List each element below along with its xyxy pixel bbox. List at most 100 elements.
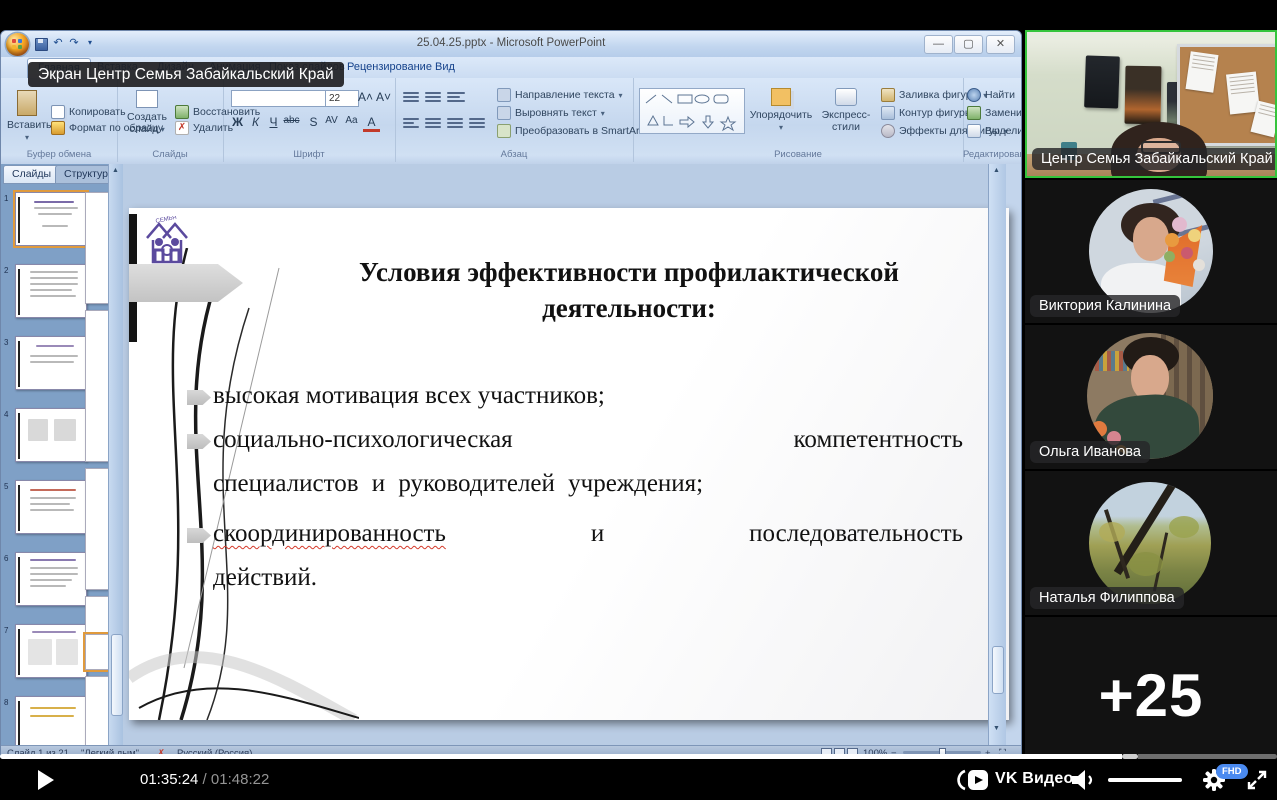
slides-panel: Слайды Структура ✕ xyxy=(1,164,123,757)
text-shadow-button[interactable]: S xyxy=(305,115,322,129)
close-button[interactable]: ✕ xyxy=(986,35,1015,54)
justify-icon[interactable] xyxy=(469,116,485,130)
change-case-button[interactable]: Aa xyxy=(343,115,360,126)
scroll-down-icon[interactable]: ▼ xyxy=(992,724,1001,733)
slide-thumbnail-6[interactable] xyxy=(15,552,87,606)
bullet-1: высокая мотивация всех участников; xyxy=(213,382,963,411)
font-name-combobox[interactable] xyxy=(231,90,327,107)
title-bar: ↶ ↷ ▾ 25.04.25.pptx - Microsoft PowerPoi… xyxy=(1,31,1021,57)
shapes-icons xyxy=(640,89,744,133)
canvas-scroll-thumb[interactable] xyxy=(992,646,1004,694)
arrange-icon xyxy=(771,88,791,106)
vk-video-logo-icon xyxy=(956,768,990,792)
panel-scroll-thumb[interactable] xyxy=(111,634,123,716)
quick-styles-icon xyxy=(835,88,857,106)
copy-icon xyxy=(51,105,65,119)
bold-button[interactable]: Ж xyxy=(229,115,246,129)
maximize-button[interactable]: ▢ xyxy=(954,35,983,54)
format-painter-icon xyxy=(51,121,65,135)
player-controls: 01:35:24 / 01:48:22 VK Видео FHD xyxy=(0,759,1277,800)
smartart-button[interactable]: Преобразовать в SmartArt▾ xyxy=(497,124,650,138)
arrange-button[interactable]: Упорядочить ▾ xyxy=(749,88,813,133)
char-spacing-button[interactable]: AV xyxy=(323,115,340,126)
participant-tile-camera[interactable]: Центр Семья Забайкальский Край xyxy=(1025,30,1277,178)
shrink-font-icon[interactable]: A˅ xyxy=(375,90,392,104)
shape-effects-icon xyxy=(881,124,895,138)
shapes-gallery[interactable] xyxy=(639,88,745,134)
align-left-icon[interactable] xyxy=(403,116,419,130)
align-text-button[interactable]: Выровнять текст▾ xyxy=(497,106,605,120)
align-center-icon[interactable] xyxy=(425,116,441,130)
indent-icons[interactable] xyxy=(447,90,465,104)
tab-vid[interactable]: Вид xyxy=(425,58,465,77)
group-paragraph: Направление текста▾ Выровнять текст▾ Пре… xyxy=(395,78,634,162)
align-right-icon[interactable] xyxy=(447,116,463,130)
thumb-number: 6 xyxy=(4,554,8,563)
progress-handle[interactable] xyxy=(1122,754,1138,759)
participant-tile[interactable]: Виктория Калинина xyxy=(1025,180,1277,323)
quality-badge[interactable]: FHD xyxy=(1216,764,1248,779)
slide-thumbnail-7[interactable] xyxy=(15,624,87,678)
copy-button[interactable]: Копировать xyxy=(51,105,126,119)
canvas-vscrollbar[interactable]: ▲ ▼ ⏶ ⏷ xyxy=(988,164,1006,757)
paste-button[interactable]: Вставить ▾ xyxy=(7,90,47,143)
volume-slider[interactable] xyxy=(1108,778,1182,782)
participant-name: Виктория Калинина xyxy=(1030,295,1180,317)
scroll-up-icon[interactable]: ▲ xyxy=(992,166,1001,175)
quick-styles-button[interactable]: Экспресс-стили xyxy=(815,88,877,133)
italic-button[interactable]: К xyxy=(247,115,264,129)
new-slide-icon xyxy=(136,90,158,108)
select-button[interactable]: Выделить xyxy=(967,124,1022,138)
window-title: 25.04.25.pptx - Microsoft PowerPoint xyxy=(1,37,1021,49)
strikethrough-button[interactable]: abc xyxy=(283,115,300,126)
slide-thumbnail-4[interactable] xyxy=(15,408,87,462)
slide-thumbnail-2[interactable] xyxy=(15,264,87,318)
thumb-number: 2 xyxy=(4,266,8,275)
slide-thumbnail-1[interactable] xyxy=(15,192,87,246)
play-button[interactable] xyxy=(38,770,54,790)
participant-name: Центр Семья Забайкальский Край xyxy=(1032,148,1277,170)
more-participants-tile[interactable]: +25 xyxy=(1025,617,1277,760)
bullets-icon[interactable] xyxy=(403,90,419,104)
tab-slides-panel[interactable]: Слайды xyxy=(3,165,60,184)
text-direction-button[interactable]: Направление текста▾ xyxy=(497,88,623,102)
find-button[interactable]: Найти xyxy=(967,88,1015,102)
participant-tile[interactable]: Ольга Иванова xyxy=(1025,325,1277,469)
thumb-number: 1 xyxy=(4,194,8,203)
slide-title-line1: Условия эффективности профилактической xyxy=(359,257,899,287)
participant-tile[interactable]: Наталья Филиппова xyxy=(1025,471,1277,615)
underline-button[interactable]: Ч xyxy=(265,115,282,129)
panel-scrollbar[interactable]: ▲ ▼ xyxy=(108,164,123,757)
video-progress-bar[interactable] xyxy=(0,754,1277,759)
fullscreen-icon[interactable] xyxy=(1246,769,1268,791)
thumb-number: 3 xyxy=(4,338,8,347)
bullet-3-line-1: скоординированность и последовательность xyxy=(213,520,963,549)
replace-icon xyxy=(967,106,981,120)
more-participants-count: +25 xyxy=(1025,661,1277,730)
grow-font-icon[interactable]: A˄ xyxy=(357,90,374,104)
bullet-2-line-2: специалистов и руководителей учреждения; xyxy=(213,470,963,499)
font-color-button[interactable]: А xyxy=(363,115,380,132)
slide-canvas: СЕМЬЯ Условия эффективности профилактиче… xyxy=(123,164,1006,757)
slide-thumbnail-8[interactable] xyxy=(15,696,87,750)
slide-title-line2: деятельности: xyxy=(542,293,716,323)
thumb-number: 5 xyxy=(4,482,8,491)
volume-icon[interactable] xyxy=(1070,769,1096,791)
thumb-number: 8 xyxy=(4,698,8,707)
replace-button[interactable]: Заменить xyxy=(967,106,1022,120)
group-font: 22 A˄ A˅ Ж К Ч abc S AV Aa А Шрифт xyxy=(223,78,396,162)
shape-outline-icon xyxy=(881,106,895,120)
avatar xyxy=(1089,482,1211,604)
powerpoint-window: ↶ ↷ ▾ 25.04.25.pptx - Microsoft PowerPoi… xyxy=(0,30,1022,757)
slide-thumbnail-5[interactable] xyxy=(15,480,87,534)
slide[interactable]: СЕМЬЯ Условия эффективности профилактиче… xyxy=(129,208,1009,720)
slide-thumbnail-3[interactable] xyxy=(15,336,87,390)
minimize-button[interactable]: — xyxy=(924,35,953,54)
new-slide-button[interactable]: Создать слайд ▾ xyxy=(121,90,173,135)
scroll-up-icon[interactable]: ▲ xyxy=(111,166,120,175)
font-size-combobox[interactable]: 22 xyxy=(325,90,359,107)
workspace: Слайды Структура ✕ xyxy=(1,164,1021,757)
time-display: 01:35:24 / 01:48:22 xyxy=(140,771,269,788)
numbering-icon[interactable] xyxy=(425,90,441,104)
thumb-number: 4 xyxy=(4,410,8,419)
